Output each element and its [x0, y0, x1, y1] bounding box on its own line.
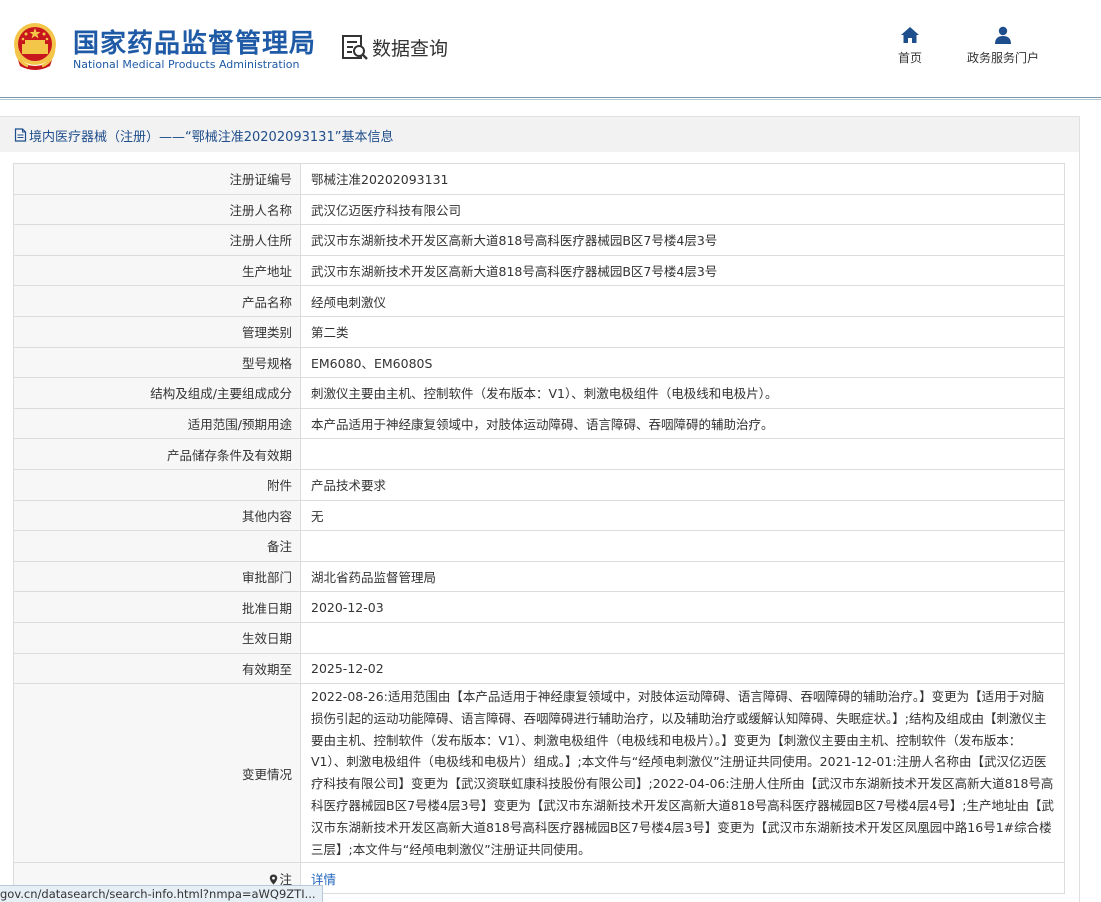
data-query-title: 数据查询: [340, 33, 448, 61]
home-icon: [901, 27, 919, 43]
field-value: 鄂械注准20202093131: [300, 163, 1065, 195]
table-row: 审批部门 湖北省药品监督管理局: [13, 560, 1065, 593]
table-row: 型号规格 EM6080、EM6080S: [13, 346, 1065, 379]
table-row: 结构及组成/主要组成成分 刺激仪主要由主机、控制软件（发布版本：V1）、刺激电极组…: [13, 377, 1065, 409]
table-row: 生产地址 武汉市东湖新技术开发区高新大道818号高科医疗器械园B区7号楼4层3号: [13, 254, 1065, 287]
user-icon: [995, 26, 1011, 44]
field-label: 结构及组成/主要组成成分: [13, 377, 301, 409]
table-row: 注册证编号 鄂械注准20202093131: [13, 163, 1065, 195]
section-title: 数据查询: [372, 37, 449, 60]
field-value: 2025-12-02: [300, 652, 1065, 685]
field-label: 注册人名称: [13, 193, 301, 226]
table-row: 批准日期 2020-12-03: [13, 591, 1065, 623]
field-label: 型号规格: [13, 346, 301, 379]
field-value: 本产品适用于神经康复领域中，对肢体运动障碍、语言障碍、吞咽障碍的辅助治疗。: [300, 407, 1065, 440]
site-header: 国家药品监督管理局 National Medical Products Admi…: [0, 0, 1101, 100]
field-label: 管理类别: [13, 315, 301, 348]
table-row: 变更情况 2022-08-26:适用范围由【本产品适用于神经康复领域中，对肢体运动…: [13, 683, 1065, 864]
info-table: 注册证编号 鄂械注准20202093131 注册人名称 武汉亿迈医疗科技有限公司 注册人…: [13, 163, 1065, 895]
table-row: 注册人名称 武汉亿迈医疗科技有限公司: [13, 193, 1065, 226]
document-icon: [14, 128, 27, 142]
table-row: 其他内容无: [13, 499, 1065, 532]
field-value: 2020-12-03: [300, 591, 1065, 623]
field-value: 刺激仪主要由主机、控制软件（发布版本：V1）、刺激电极组件（电极线和电极片）。: [300, 377, 1065, 409]
field-label: 备注: [13, 530, 301, 562]
nav-gov-portal-label: 政务服务门户: [967, 51, 1040, 65]
field-value: 第二类: [300, 315, 1065, 348]
panel-title-text: 境内医疗器械（注册）——“鄂械注准20202093131”基本信息: [29, 129, 394, 145]
field-label: 注册人住所: [13, 224, 301, 256]
field-value: 2022-08-26:适用范围由【本产品适用于神经康复领域中，对肢体运动障碍、语…: [300, 683, 1065, 864]
field-label: 适用范围/预期用途: [13, 407, 301, 440]
field-value: 武汉市东湖新技术开发区高新大道818号高科医疗器械园B区7号楼4层3号: [300, 254, 1065, 287]
table-row: 备注: [13, 530, 1065, 562]
field-label: 审批部门: [13, 560, 301, 593]
field-label: 附件: [13, 468, 301, 501]
org-name-cn: 国家药品监督管理局: [73, 29, 317, 59]
header-divider-secondary: [0, 99, 1101, 100]
org-name-en: National Medical Products Administration: [73, 58, 300, 71]
field-value: [300, 530, 1065, 562]
panel-title: 境内医疗器械（注册）——“鄂械注准20202093131”基本信息: [14, 125, 393, 145]
table-row: 生效日期: [13, 621, 1065, 654]
field-label: 产品名称: [13, 285, 301, 317]
table-row: 产品名称 经颅电刺激仪: [13, 285, 1065, 317]
field-value: EM6080、EM6080S: [300, 346, 1065, 379]
field-label: 产品储存条件及有效期: [13, 438, 301, 470]
national-emblem-icon: [14, 23, 56, 70]
info-content: 注册证编号 鄂械注准20202093131 注册人名称 武汉亿迈医疗科技有限公司 注册人…: [0, 152, 1079, 902]
field-label: 生效日期: [13, 621, 301, 654]
field-label: 批准日期: [13, 591, 301, 623]
field-label: 注册证编号: [13, 163, 301, 195]
field-value: [300, 438, 1065, 470]
field-label: 其他内容: [13, 499, 301, 532]
table-row: 附件 产品技术要求: [13, 468, 1065, 501]
field-label: 生产地址: [13, 254, 301, 287]
field-value: 武汉亿迈医疗科技有限公司: [300, 193, 1065, 226]
field-value: 经颅电刺激仪: [300, 285, 1065, 317]
field-value: 湖北省药品监督管理局: [300, 560, 1065, 593]
field-value: [300, 621, 1065, 654]
nav-gov-portal[interactable]: 政务服务门户: [967, 26, 1039, 66]
info-panel: 境内医疗器械（注册）——“鄂械注准20202093131”基本信息 注册证编号鄂…: [0, 116, 1080, 902]
header-divider: [0, 97, 1101, 98]
table-row: 注册人住所 武汉市东湖新技术开发区高新大道818号高科医疗器械园B区7号楼4层3号: [13, 224, 1065, 256]
field-value: 产品技术要求: [300, 468, 1065, 501]
field-value-note: 详情: [300, 862, 1065, 895]
field-label: 有效期至: [13, 652, 301, 685]
table-row: 产品储存条件及有效期: [13, 438, 1065, 470]
table-row: 有效期至 2025-12-02: [13, 652, 1065, 685]
field-value: 武汉市东湖新技术开发区高新大道818号高科医疗器械园B区7号楼4层3号: [300, 224, 1065, 256]
status-bar-url: gov.cn/datasearch/search-info.html?nmpa=…: [0, 885, 323, 902]
nav-home-label: 首页: [898, 51, 923, 65]
nav-home[interactable]: 首页: [898, 26, 922, 66]
table-row: 管理类别 第二类: [13, 315, 1065, 348]
field-value: 无: [300, 499, 1065, 532]
field-label: 变更情况: [13, 683, 301, 864]
data-search-icon: [342, 35, 368, 60]
table-row: 适用范围/预期用途 本产品适用于神经康复领域中，对肢体运动障碍、语言障碍、吞咽障碍…: [13, 407, 1065, 440]
